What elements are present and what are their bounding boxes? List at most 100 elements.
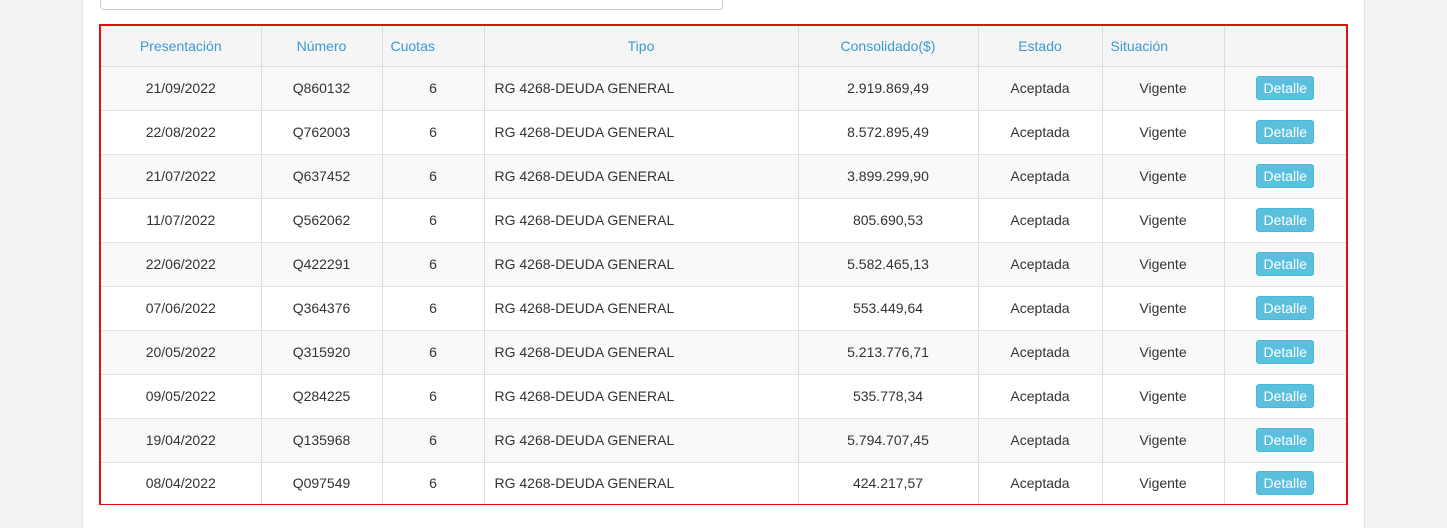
table-row: 20/05/2022 Q315920 6 RG 4268-DEUDA GENERAL 5… <box>101 330 1346 374</box>
cell-presentacion: 20/05/2022 <box>101 330 262 374</box>
cell-consolidado: 3.899.299,90 <box>798 154 979 198</box>
cell-numero: Q562062 <box>261 198 383 242</box>
cell-tipo: RG 4268-DEUDA GENERAL <box>484 198 799 242</box>
cell-numero: Q315920 <box>261 330 383 374</box>
filter-input[interactable] <box>100 0 723 10</box>
header-presentacion[interactable]: Presentación <box>101 26 262 67</box>
detalle-button[interactable]: Detalle <box>1256 428 1315 452</box>
detalle-button[interactable]: Detalle <box>1256 471 1315 496</box>
cell-estado: Aceptada <box>978 198 1103 242</box>
cell-situacion: Vigente <box>1102 198 1225 242</box>
cell-numero: Q637452 <box>261 154 383 198</box>
cell-numero: Q364376 <box>261 286 383 330</box>
cell-situacion: Vigente <box>1102 418 1225 462</box>
cell-cuotas: 6 <box>382 154 485 198</box>
cell-consolidado: 424.217,57 <box>798 462 979 504</box>
table-row: 09/05/2022 Q284225 6 RG 4268-DEUDA GENERAL 5… <box>101 374 1346 418</box>
cell-accion: Detalle <box>1224 286 1346 330</box>
table-row: 22/06/2022 Q422291 6 RG 4268-DEUDA GENERAL 5… <box>101 242 1346 286</box>
cell-cuotas: 6 <box>382 198 485 242</box>
cell-presentacion: 09/05/2022 <box>101 374 262 418</box>
detalle-button[interactable]: Detalle <box>1256 384 1315 408</box>
cell-situacion: Vigente <box>1102 374 1225 418</box>
cell-estado: Aceptada <box>978 286 1103 330</box>
cell-tipo: RG 4268-DEUDA GENERAL <box>484 242 799 286</box>
cell-numero: Q422291 <box>261 242 383 286</box>
cell-presentacion: 21/09/2022 <box>101 66 262 110</box>
cell-accion: Detalle <box>1224 110 1346 154</box>
cell-tipo: RG 4268-DEUDA GENERAL <box>484 286 799 330</box>
detalle-button[interactable]: Detalle <box>1256 208 1315 232</box>
detalle-button[interactable]: Detalle <box>1256 164 1315 188</box>
cell-estado: Aceptada <box>978 66 1103 110</box>
cell-numero: Q097549 <box>261 462 383 504</box>
cell-accion: Detalle <box>1224 66 1346 110</box>
cell-accion: Detalle <box>1224 462 1346 504</box>
cell-situacion: Vigente <box>1102 330 1225 374</box>
planes-table-container: Presentación Número Cuotas Tipo Consolid… <box>99 24 1348 505</box>
cell-cuotas: 6 <box>382 418 485 462</box>
cell-accion: Detalle <box>1224 418 1346 462</box>
cell-estado: Aceptada <box>978 374 1103 418</box>
planes-table: Presentación Número Cuotas Tipo Consolid… <box>101 26 1346 504</box>
cell-presentacion: 11/07/2022 <box>101 198 262 242</box>
table-row: 19/04/2022 Q135968 6 RG 4268-DEUDA GENERAL 5… <box>101 418 1346 462</box>
cell-presentacion: 19/04/2022 <box>101 418 262 462</box>
cell-consolidado: 535.778,34 <box>798 374 979 418</box>
cell-situacion: Vigente <box>1102 462 1225 504</box>
cell-presentacion: 08/04/2022 <box>101 462 262 504</box>
cell-situacion: Vigente <box>1102 286 1225 330</box>
detalle-button[interactable]: Detalle <box>1256 76 1315 100</box>
cell-cuotas: 6 <box>382 66 485 110</box>
detalle-button[interactable]: Detalle <box>1256 296 1315 320</box>
cell-estado: Aceptada <box>978 110 1103 154</box>
cell-consolidado: 5.213.776,71 <box>798 330 979 374</box>
cell-numero: Q860132 <box>261 66 383 110</box>
detalle-button[interactable]: Detalle <box>1256 120 1315 144</box>
cell-estado: Aceptada <box>978 242 1103 286</box>
cell-presentacion: 21/07/2022 <box>101 154 262 198</box>
cell-consolidado: 553.449,64 <box>798 286 979 330</box>
header-consolidado[interactable]: Consolidado($) <box>798 26 979 67</box>
cell-numero: Q762003 <box>261 110 383 154</box>
header-estado[interactable]: Estado <box>978 26 1103 67</box>
cell-consolidado: 805.690,53 <box>798 198 979 242</box>
cell-numero: Q135968 <box>261 418 383 462</box>
cell-accion: Detalle <box>1224 198 1346 242</box>
detalle-button[interactable]: Detalle <box>1256 252 1315 276</box>
table-row: 08/04/2022 Q097549 6 RG 4268-DEUDA GENERAL 4… <box>101 462 1346 504</box>
cell-presentacion: 22/08/2022 <box>101 110 262 154</box>
cell-tipo: RG 4268-DEUDA GENERAL <box>484 154 799 198</box>
cell-consolidado: 2.919.869,49 <box>798 66 979 110</box>
cell-estado: Aceptada <box>978 418 1103 462</box>
cell-situacion: Vigente <box>1102 154 1225 198</box>
cell-cuotas: 6 <box>382 330 485 374</box>
cell-cuotas: 6 <box>382 374 485 418</box>
cell-estado: Aceptada <box>978 462 1103 504</box>
cell-situacion: Vigente <box>1102 110 1225 154</box>
cell-accion: Detalle <box>1224 242 1346 286</box>
header-numero[interactable]: Número <box>261 26 383 67</box>
cell-situacion: Vigente <box>1102 242 1225 286</box>
cell-tipo: RG 4268-DEUDA GENERAL <box>484 66 799 110</box>
cell-consolidado: 5.582.465,13 <box>798 242 979 286</box>
cell-accion: Detalle <box>1224 154 1346 198</box>
table-header-row: Presentación Número Cuotas Tipo Consolid… <box>101 26 1346 67</box>
header-tipo[interactable]: Tipo <box>484 26 799 67</box>
table-row: 07/06/2022 Q364376 6 RG 4268-DEUDA GENERAL 5… <box>101 286 1346 330</box>
header-situacion[interactable]: Situación <box>1102 26 1225 67</box>
header-cuotas[interactable]: Cuotas <box>382 26 485 67</box>
detalle-button[interactable]: Detalle <box>1256 340 1315 364</box>
cell-cuotas: 6 <box>382 462 485 504</box>
cell-consolidado: 8.572.895,49 <box>798 110 979 154</box>
cell-presentacion: 07/06/2022 <box>101 286 262 330</box>
cell-tipo: RG 4268-DEUDA GENERAL <box>484 330 799 374</box>
cell-situacion: Vigente <box>1102 66 1225 110</box>
table-row: 11/07/2022 Q562062 6 RG 4268-DEUDA GENERAL 8… <box>101 198 1346 242</box>
table-row: 22/08/2022 Q762003 6 RG 4268-DEUDA GENERAL 8… <box>101 110 1346 154</box>
cell-accion: Detalle <box>1224 374 1346 418</box>
header-acciones <box>1224 26 1346 67</box>
table-row: 21/07/2022 Q637452 6 RG 4268-DEUDA GENERAL 3… <box>101 154 1346 198</box>
cell-tipo: RG 4268-DEUDA GENERAL <box>484 418 799 462</box>
cell-estado: Aceptada <box>978 154 1103 198</box>
